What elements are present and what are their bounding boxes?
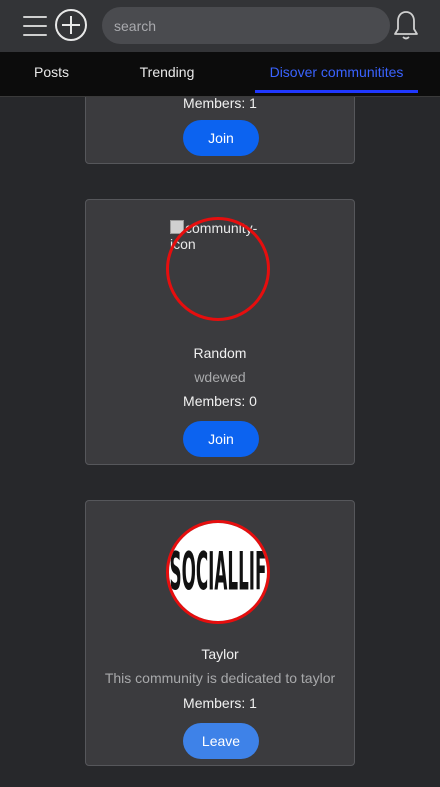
join-button[interactable]: Join	[183, 120, 259, 156]
community-icon-ring	[166, 217, 270, 321]
community-name: Random	[193, 345, 247, 361]
hamburger-menu-icon[interactable]	[22, 13, 48, 39]
community-avatar-text: SOCIALLIF	[169, 542, 266, 603]
community-avatar-image: SOCIALLIF	[169, 523, 267, 621]
active-tab-indicator	[255, 90, 418, 93]
search-input[interactable]	[102, 7, 390, 44]
bell-icon[interactable]	[392, 9, 420, 41]
community-icon-ring: SOCIALLIF	[166, 520, 270, 624]
top-app-bar	[0, 0, 440, 52]
community-card: community-icon Random wdewed Members: 0 …	[85, 199, 355, 465]
join-button[interactable]: Join	[183, 421, 259, 457]
community-members: Members: 0	[183, 393, 257, 409]
community-members: Members: 1	[183, 695, 257, 711]
community-card: SOCIALLIF Taylor This community is dedic…	[85, 500, 355, 766]
community-name: Taylor	[201, 646, 239, 662]
plus-circle-icon[interactable]	[54, 8, 88, 42]
leave-button[interactable]: Leave	[183, 723, 259, 759]
community-description: This community is dedicated to taylor	[104, 670, 336, 686]
tab-trending[interactable]: Trending	[103, 52, 231, 92]
tab-posts[interactable]: Posts	[0, 52, 103, 92]
tab-bar: Posts Trending Disover communitites	[0, 52, 440, 97]
community-description: wdewed	[194, 369, 246, 385]
tab-discover-communities[interactable]: Disover communitites	[255, 52, 418, 92]
community-members: Members: 1	[183, 95, 257, 111]
